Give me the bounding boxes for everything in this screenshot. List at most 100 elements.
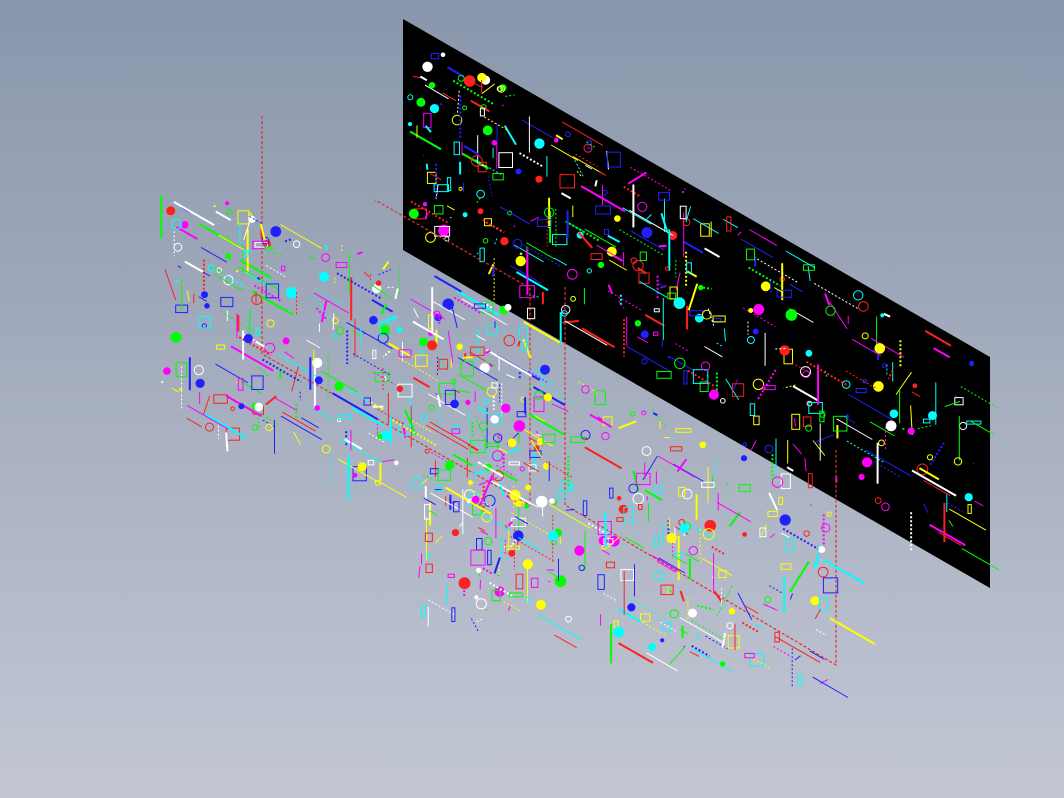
- cad-entity: [616, 496, 622, 501]
- cad-entity: [805, 349, 813, 357]
- cad-entity: [785, 309, 798, 321]
- cad-entity: [880, 313, 885, 318]
- cad-entity: [818, 546, 826, 553]
- cad-entity: [964, 493, 973, 502]
- cad-entity: [471, 495, 480, 504]
- cad-entity: [396, 327, 403, 333]
- cad-entity: [491, 266, 495, 277]
- cad-entity: [427, 340, 438, 351]
- cad-entity: [554, 575, 567, 588]
- cad-entity: [753, 304, 765, 315]
- cad-entity: [428, 82, 436, 89]
- cad-entity: [641, 227, 653, 239]
- cad-entity: [574, 545, 585, 556]
- cad-entity: [634, 320, 642, 327]
- cad-entity: [254, 402, 264, 412]
- cad-entity: [846, 413, 850, 419]
- cad-entity: [515, 168, 522, 175]
- cad-entity: [928, 411, 937, 421]
- cad-entity: [501, 403, 511, 413]
- cad-entity: [699, 441, 707, 449]
- cad-entity: [752, 328, 759, 335]
- cad-entity: [549, 498, 555, 504]
- cad-entity: [456, 343, 463, 350]
- cad-entity: [885, 420, 897, 432]
- cad-entity: [425, 163, 429, 170]
- cad-entity: [640, 330, 649, 339]
- cad-entity: [597, 261, 605, 269]
- cad-entity: [160, 380, 164, 384]
- cad-entity: [450, 216, 452, 219]
- cad-entity: [422, 202, 428, 207]
- cad-entity: [422, 61, 433, 73]
- cad-entity: [658, 244, 667, 248]
- cad-entity: [204, 303, 210, 309]
- cad-entity: [490, 415, 499, 424]
- cad-entity: [181, 221, 189, 229]
- cad-entity: [725, 483, 729, 486]
- cad-entity: [614, 215, 621, 222]
- cad-3d-viewport[interactable]: [0, 0, 1064, 798]
- cad-entity: [477, 208, 484, 215]
- cad-entity: [775, 348, 786, 350]
- cad-entity: [491, 140, 498, 146]
- cad-entity: [525, 484, 532, 491]
- cad-entity: [494, 586, 505, 597]
- cad-entity: [407, 122, 413, 127]
- cad-entity: [500, 237, 509, 246]
- cad-entity: [238, 403, 245, 410]
- cad-entity: [666, 532, 677, 544]
- cad-entity: [419, 337, 428, 347]
- cad-entity: [522, 559, 533, 570]
- cad-entity: [458, 577, 471, 590]
- cad-entity: [375, 280, 382, 287]
- cad-entity: [450, 399, 459, 409]
- cad-entity: [225, 201, 230, 206]
- cad-entity: [660, 638, 665, 643]
- cad-entity: [270, 226, 282, 237]
- cad-entity: [474, 595, 479, 600]
- cad-entity: [760, 281, 771, 292]
- cad-entity: [476, 567, 482, 574]
- cad-entity: [535, 495, 548, 508]
- cad-entity: [451, 529, 459, 537]
- cad-entity: [683, 645, 685, 648]
- cad-entity: [462, 356, 473, 359]
- cad-entity: [508, 549, 516, 557]
- cad-entity: [476, 310, 479, 313]
- cad-scene[interactable]: [0, 0, 1064, 798]
- cad-entity: [534, 138, 545, 149]
- cad-entity: [515, 500, 522, 507]
- cad-entity: [369, 315, 378, 325]
- cad-entity: [504, 303, 512, 311]
- cad-entity: [708, 389, 720, 400]
- cad-entity: [468, 480, 473, 486]
- cad-entity: [515, 255, 526, 267]
- cad-entity: [462, 212, 468, 218]
- cad-entity: [679, 523, 690, 534]
- cad-entity: [548, 530, 559, 541]
- cad-entity: [648, 643, 657, 651]
- cad-entity: [377, 433, 383, 439]
- cad-entity: [907, 427, 915, 435]
- cad-entity: [243, 333, 253, 344]
- cad-entity: [536, 438, 544, 446]
- cad-entity: [396, 385, 404, 392]
- cad-entity: [482, 125, 493, 136]
- cad-entity: [429, 104, 440, 114]
- cad-entity: [314, 376, 323, 385]
- cad-entity: [170, 332, 182, 343]
- cad-entity: [440, 52, 446, 58]
- cad-entity: [352, 472, 358, 478]
- cad-entity: [324, 244, 328, 251]
- cad-entity: [174, 279, 179, 283]
- cad-entity: [201, 291, 208, 299]
- cad-entity: [256, 277, 261, 280]
- cad-entity: [779, 514, 791, 526]
- cad-entity: [543, 393, 553, 402]
- cad-entity: [673, 297, 686, 310]
- cad-entity: [225, 432, 229, 452]
- cad-entity: [314, 405, 321, 411]
- cad-entity: [969, 360, 975, 367]
- cad-entity: [535, 175, 543, 183]
